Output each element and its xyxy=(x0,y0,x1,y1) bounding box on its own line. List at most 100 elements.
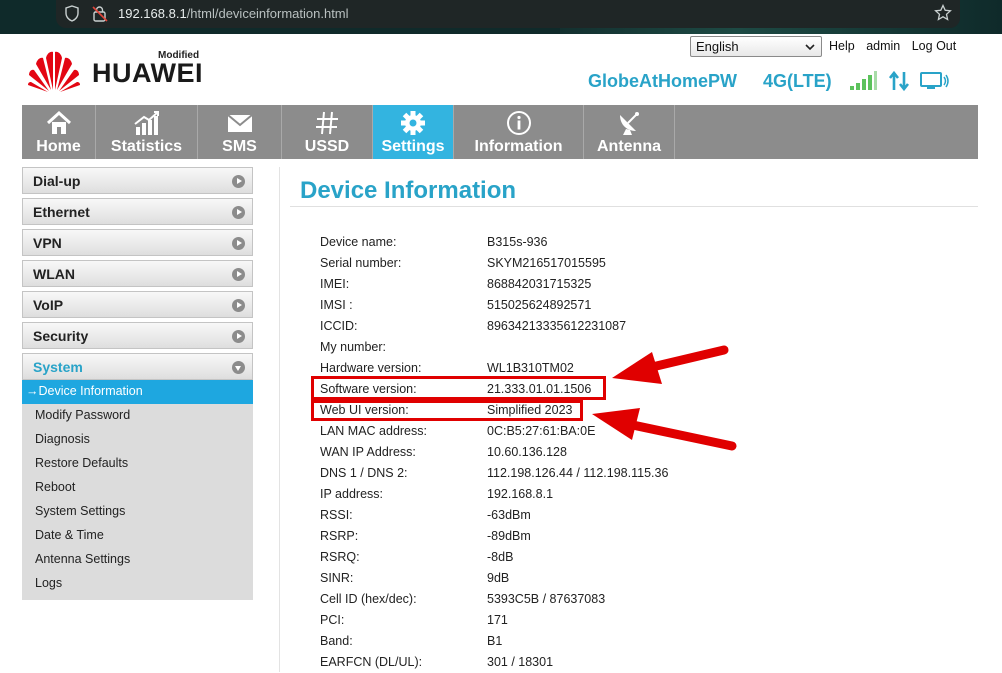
satellite-dish-icon xyxy=(620,112,639,135)
info-value: 301 / 18301 xyxy=(487,655,554,669)
bookmark-star-icon[interactable] xyxy=(934,4,952,22)
subitem-label: Device Information xyxy=(38,384,143,398)
nav-home-label: Home xyxy=(36,138,81,155)
sidebar-item-dial-up[interactable]: Dial-up xyxy=(22,167,253,194)
url-host: 192.168.8.1 xyxy=(118,6,187,21)
nav-statistics[interactable]: Statistics xyxy=(96,105,198,159)
sidebar-item-label: System xyxy=(33,359,83,375)
info-value: 0C:B5:27:61:BA:0E xyxy=(487,424,596,438)
info-row-iccid: ICCID: 89634213335612231087 xyxy=(320,316,740,337)
info-row-dns: DNS 1 / DNS 2: 112.198.126.44 / 112.198.1… xyxy=(320,463,740,484)
nav-sms-label: SMS xyxy=(222,138,257,155)
sidebar-item-label: Dial-up xyxy=(33,173,81,189)
info-key: RSSI: xyxy=(320,508,353,522)
address-bar[interactable]: 192.168.8.1/html/deviceinformation.html xyxy=(56,0,960,28)
info-key: IP address: xyxy=(320,487,384,501)
subitem-restore-defaults[interactable]: Restore Defaults xyxy=(22,452,253,476)
info-row-imei: IMEI: 868842031715325 xyxy=(320,274,740,295)
info-key: Hardware version: xyxy=(320,361,422,375)
nav-settings[interactable]: Settings xyxy=(373,105,454,159)
info-value: -89dBm xyxy=(487,529,531,543)
settings-sidebar: Dial-up Ethernet VPN WLAN VoIP Security … xyxy=(22,167,253,600)
huawei-logo-icon xyxy=(28,51,80,92)
info-row-sinr: SINR: 9dB xyxy=(320,568,740,589)
chevron-right-icon xyxy=(232,330,245,343)
info-value: 10.60.136.128 xyxy=(487,445,567,459)
url-text[interactable]: 192.168.8.1/html/deviceinformation.html xyxy=(118,6,349,21)
info-value: 9dB xyxy=(487,571,510,585)
brand-wordmark: HUAWEI xyxy=(92,58,203,88)
subitem-modify-password[interactable]: Modify Password xyxy=(22,404,253,428)
info-value: 192.168.8.1 xyxy=(487,487,554,501)
info-value: 5393C5B / 87637083 xyxy=(487,592,606,606)
sidebar-item-security[interactable]: Security xyxy=(22,322,253,349)
info-row-serial-number: Serial number: SKYM216517015595 xyxy=(320,253,740,274)
info-row-imsi: IMSI : 515025624892571 xyxy=(320,295,740,316)
title-divider xyxy=(290,206,978,207)
subitem-device-information[interactable]: →Device Information xyxy=(22,380,253,404)
nav-home[interactable]: Home xyxy=(22,105,96,159)
chevron-down-icon xyxy=(805,44,815,51)
nav-settings-label: Settings xyxy=(381,138,445,155)
browser-toolbar: 192.168.8.1/html/deviceinformation.html xyxy=(0,0,1002,34)
help-link[interactable]: Help xyxy=(829,39,855,53)
info-value: 89634213335612231087 xyxy=(487,319,627,333)
network-name: GlobeAtHomePW xyxy=(588,71,738,91)
info-row-lan-mac: LAN MAC address: 0C:B5:27:61:BA:0E xyxy=(320,421,740,442)
nav-information[interactable]: Information xyxy=(454,105,584,159)
info-row-band: Band: B1 xyxy=(320,631,740,652)
web-ui-version-highlight xyxy=(311,400,583,421)
hash-icon xyxy=(316,111,338,135)
nav-sms[interactable]: SMS xyxy=(198,105,282,159)
language-select[interactable]: English xyxy=(690,36,822,57)
subitem-logs[interactable]: Logs xyxy=(22,572,253,596)
info-key: IMSI : xyxy=(320,298,353,312)
info-value: B315s-936 xyxy=(487,235,548,249)
info-value: -63dBm xyxy=(487,508,531,522)
sidebar-item-label: VoIP xyxy=(33,297,64,313)
subitem-antenna-settings[interactable]: Antenna Settings xyxy=(22,548,253,572)
chevron-right-icon xyxy=(232,237,245,250)
chevron-down-icon xyxy=(232,361,245,374)
info-row-ip-address: IP address: 192.168.8.1 xyxy=(320,484,740,505)
info-value: WL1B310TM02 xyxy=(487,361,574,375)
gear-icon xyxy=(401,111,425,135)
logout-link[interactable]: Log Out xyxy=(912,39,956,53)
info-row-rsrp: RSRP: -89dBm xyxy=(320,526,740,547)
connection-status-icon xyxy=(920,72,949,89)
sidebar-item-label: Ethernet xyxy=(33,204,90,220)
info-key: Cell ID (hex/dec): xyxy=(320,592,417,606)
info-row-rsrq: RSRQ: -8dB xyxy=(320,547,740,568)
sidebar-item-system[interactable]: System xyxy=(22,353,253,380)
sidebar-item-voip[interactable]: VoIP xyxy=(22,291,253,318)
signal-strength-icon xyxy=(850,71,877,90)
sidebar-item-label: Security xyxy=(33,328,89,344)
subitem-diagnosis[interactable]: Diagnosis xyxy=(22,428,253,452)
sidebar-item-label: WLAN xyxy=(33,266,75,282)
user-link[interactable]: admin xyxy=(866,39,900,53)
subitem-system-settings[interactable]: System Settings xyxy=(22,500,253,524)
shield-icon[interactable] xyxy=(65,5,79,22)
info-value: -8dB xyxy=(487,550,514,564)
info-row-my-number: My number: xyxy=(320,337,740,358)
info-value: SKYM216517015595 xyxy=(487,256,606,270)
info-key: RSRQ: xyxy=(320,550,360,564)
content-divider xyxy=(279,167,280,672)
info-value: 868842031715325 xyxy=(487,277,592,291)
info-key: WAN IP Address: xyxy=(320,445,416,459)
sidebar-item-wlan[interactable]: WLAN xyxy=(22,260,253,287)
home-icon xyxy=(46,110,71,134)
subitem-reboot[interactable]: Reboot xyxy=(22,476,253,500)
sidebar-item-ethernet[interactable]: Ethernet xyxy=(22,198,253,225)
page-title: Device Information xyxy=(300,177,517,204)
info-key: SINR: xyxy=(320,571,354,585)
nav-antenna[interactable]: Antenna xyxy=(584,105,675,159)
info-key: DNS 1 / DNS 2: xyxy=(320,466,408,480)
sidebar-item-vpn[interactable]: VPN xyxy=(22,229,253,256)
url-path: /html/deviceinformation.html xyxy=(186,6,349,21)
subitem-date-time[interactable]: Date & Time xyxy=(22,524,253,548)
nav-ussd[interactable]: USSD xyxy=(282,105,373,159)
insecure-lock-icon[interactable] xyxy=(92,5,108,22)
info-key: PCI: xyxy=(320,613,345,627)
info-key: LAN MAC address: xyxy=(320,424,427,438)
